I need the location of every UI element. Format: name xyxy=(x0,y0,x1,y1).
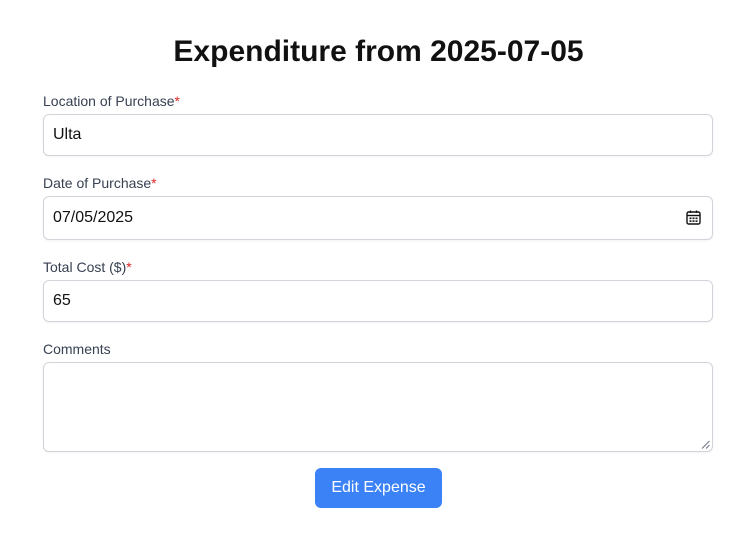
location-label: Location of Purchase* xyxy=(43,92,180,110)
required-marker: * xyxy=(174,93,180,109)
required-marker: * xyxy=(151,175,157,191)
page-title: Expenditure from 2025-07-05 xyxy=(173,35,584,68)
date-label: Date of Purchase* xyxy=(43,174,157,192)
comments-label-text: Comments xyxy=(43,341,111,357)
total-cost-label-text: Total Cost ($) xyxy=(43,259,127,275)
location-input[interactable] xyxy=(44,115,644,155)
date-input[interactable] xyxy=(44,197,644,239)
date-label-text: Date of Purchase xyxy=(43,175,152,191)
date-field[interactable] xyxy=(43,196,713,240)
edit-expense-button[interactable]: Edit Expense xyxy=(315,468,442,508)
comments-textarea[interactable] xyxy=(44,363,712,451)
expense-edit-page: Expenditure from 2025-07-05 Location of … xyxy=(0,0,747,555)
total-cost-label: Total Cost ($)* xyxy=(43,258,132,276)
location-label-text: Location of Purchase xyxy=(43,93,175,109)
calendar-icon[interactable] xyxy=(686,210,701,225)
comments-label: Comments xyxy=(43,340,111,358)
resize-handle-icon[interactable] xyxy=(701,440,710,449)
comments-field[interactable] xyxy=(43,362,713,452)
total-cost-input[interactable] xyxy=(44,281,644,321)
total-cost-field[interactable] xyxy=(43,280,713,322)
location-field[interactable] xyxy=(43,114,713,156)
required-marker: * xyxy=(126,259,132,275)
